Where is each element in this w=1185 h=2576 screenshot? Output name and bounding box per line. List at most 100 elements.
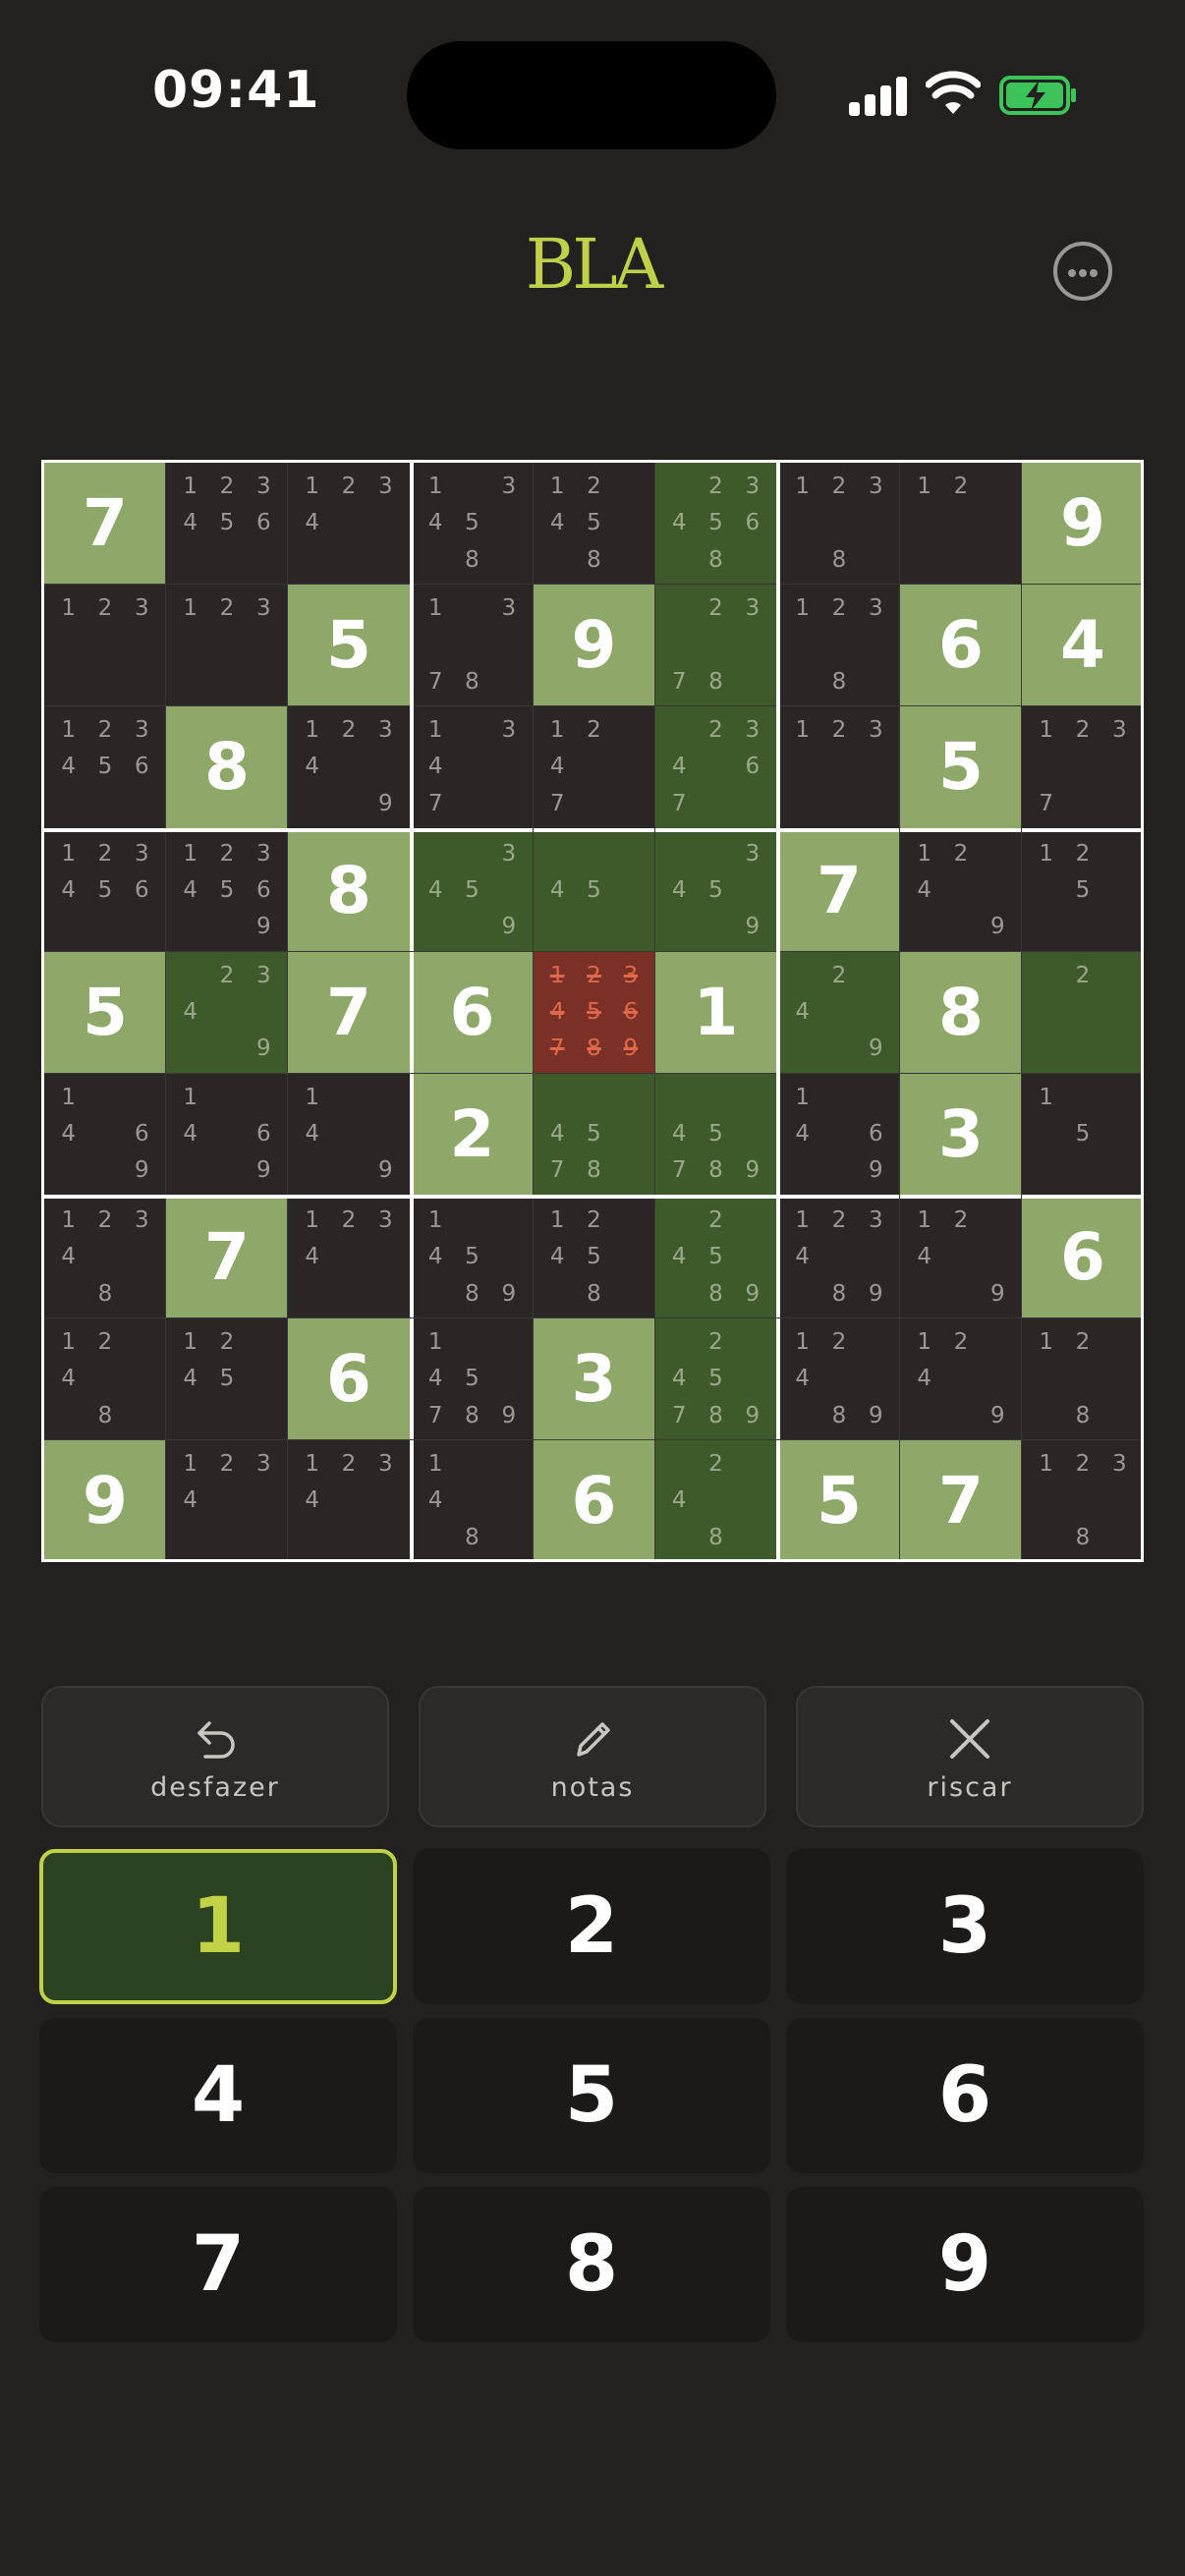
sudoku-cell[interactable]: 1 4 6 9 (166, 1073, 288, 1196)
sudoku-cell[interactable]: 12 (900, 463, 1022, 585)
notes-button[interactable]: notas (419, 1686, 766, 1827)
sudoku-cell[interactable]: 9 (1022, 463, 1144, 585)
sudoku-cell[interactable]: 124 9 (900, 1197, 1022, 1318)
sudoku-cell[interactable]: 124 7 (533, 706, 655, 828)
sudoku-cell[interactable]: 123 8 (1022, 1440, 1144, 1562)
sudoku-cell[interactable]: 7 (288, 951, 410, 1074)
key-9[interactable]: 9 (786, 2187, 1144, 2342)
sudoku-cell[interactable]: 123 48 (44, 1197, 166, 1318)
sudoku-cell[interactable]: 3 459 (654, 829, 777, 952)
sudoku-cell[interactable]: 24 9 (778, 951, 900, 1074)
sudoku-cell[interactable]: 1 45 89 (411, 1197, 534, 1318)
sudoku-cell[interactable]: 45 (533, 829, 655, 952)
sudoku-cell[interactable]: 1 4 6 9 (778, 1073, 900, 1196)
sudoku-cell[interactable]: 8 (900, 951, 1022, 1074)
note-digit (661, 627, 698, 663)
sudoku-cell[interactable]: 245789 (654, 1318, 777, 1440)
sudoku-cell[interactable]: 6 (288, 1318, 410, 1440)
sudoku-cell[interactable]: 1 3 45 8 (411, 463, 534, 585)
sudoku-cell[interactable]: 23 4568 (654, 463, 777, 585)
sudoku-cell[interactable]: 12489 (778, 1318, 900, 1440)
sudoku-cell[interactable]: 2 (411, 1073, 534, 1196)
sudoku-cell[interactable]: 123 489 (778, 1197, 900, 1318)
sudoku-cell[interactable]: 1 4 9 (288, 1073, 410, 1196)
sudoku-cell[interactable]: 8 (166, 706, 288, 828)
sudoku-cell[interactable]: 123 456 9 (166, 829, 288, 952)
sudoku-cell[interactable]: 1 4 6 9 (44, 1073, 166, 1196)
sudoku-cell[interactable]: 5 (288, 585, 410, 706)
sudoku-cell[interactable]: 5 (900, 706, 1022, 828)
sudoku-cell[interactable]: 6 (900, 585, 1022, 706)
sudoku-cell[interactable]: 6 (411, 951, 534, 1074)
key-4[interactable]: 4 (39, 2018, 397, 2173)
sudoku-cell[interactable]: 1 3 4 7 (411, 706, 534, 828)
sudoku-cell[interactable]: 23 78 (654, 585, 777, 706)
sudoku-cell[interactable]: 6 (533, 1440, 655, 1562)
sudoku-cell[interactable]: 12 8 (1022, 1318, 1144, 1440)
sudoku-cell[interactable]: 5 (44, 951, 166, 1074)
sudoku-cell[interactable]: 4578 (533, 1073, 655, 1196)
sudoku-cell[interactable]: 123 8 (778, 463, 900, 585)
sudoku-cell[interactable]: 123 4 9 (288, 706, 410, 828)
sudoku-cell[interactable]: 123 4 (166, 1440, 288, 1562)
sudoku-cell[interactable]: 123 7 (1022, 706, 1144, 828)
key-3[interactable]: 3 (786, 1849, 1144, 2004)
key-2[interactable]: 2 (413, 1849, 770, 2004)
sudoku-cell[interactable]: 1 45789 (411, 1318, 534, 1440)
note-digit: 3 (256, 962, 271, 988)
sudoku-cell[interactable]: 9 (44, 1440, 166, 1562)
key-8[interactable]: 8 (413, 2187, 770, 2342)
sudoku-cell[interactable]: 7 (778, 829, 900, 952)
key-5[interactable]: 5 (413, 2018, 770, 2173)
sudoku-cell[interactable]: 1 3 78 (411, 585, 534, 706)
sudoku-cell[interactable]: 123 456 (166, 463, 288, 585)
sudoku-cell[interactable]: 123 (166, 585, 288, 706)
sudoku-cell[interactable]: 123 4 (288, 463, 410, 585)
key-6[interactable]: 6 (786, 2018, 1144, 2173)
sudoku-cell[interactable]: 1245 (166, 1318, 288, 1440)
sudoku-cell[interactable]: 123 (778, 706, 900, 828)
key-7[interactable]: 7 (39, 2187, 397, 2342)
key-1[interactable]: 1 (39, 1849, 397, 2004)
sudoku-cell[interactable]: 245 89 (654, 1197, 777, 1318)
note-digit (86, 1116, 123, 1152)
sudoku-cell[interactable]: 23 4 6 7 (654, 706, 777, 828)
sudoku-cell[interactable]: 7 (900, 1440, 1022, 1562)
sudoku-cell[interactable]: 5 (778, 1440, 900, 1562)
note-digit (576, 836, 612, 872)
sudoku-cell[interactable]: 6 (1022, 1197, 1144, 1318)
sudoku-cell[interactable]: 1 (654, 951, 777, 1074)
sudoku-cell[interactable]: 7 (44, 463, 166, 585)
sudoku-cell[interactable]: 123 456 (44, 706, 166, 828)
note-digit: 1 (1039, 1451, 1053, 1477)
sudoku-cell[interactable]: 123 456 (44, 829, 166, 952)
sudoku-cell[interactable]: 9 (533, 585, 655, 706)
sudoku-cell[interactable]: 1248 (44, 1318, 166, 1440)
sudoku-cell[interactable]: 1245 8 (533, 463, 655, 585)
sudoku-cell[interactable]: 1245 8 (533, 1197, 655, 1318)
sudoku-cell[interactable]: 7 (166, 1197, 288, 1318)
sudoku-cell[interactable]: 123 8 (778, 585, 900, 706)
more-options-button[interactable] (1053, 242, 1112, 301)
sudoku-cell[interactable]: 8 (288, 829, 410, 952)
sudoku-cell[interactable]: 12 5 (1022, 829, 1144, 952)
erase-button[interactable]: riscar (796, 1686, 1144, 1827)
sudoku-cell[interactable]: 4 (1022, 585, 1144, 706)
sudoku-cell[interactable]: 3 (900, 1073, 1022, 1196)
sudoku-cell[interactable]: 3 459 (411, 829, 534, 952)
sudoku-cell[interactable]: 123 (44, 585, 166, 706)
sudoku-cell[interactable]: 23 4 9 (166, 951, 288, 1074)
sudoku-cell[interactable]: 124 9 (900, 829, 1022, 952)
sudoku-cell[interactable]: 124 9 (900, 1318, 1022, 1440)
sudoku-cell[interactable]: 123 4 (288, 1440, 410, 1562)
sudoku-cell[interactable]: 1 48 (411, 1440, 534, 1562)
sudoku-cell[interactable]: 248 (654, 1440, 777, 1562)
sudoku-cell[interactable]: 123 456 789 (533, 951, 655, 1074)
sudoku-cell[interactable]: 2 (1022, 951, 1144, 1074)
sudoku-cell[interactable]: 15 (1022, 1073, 1144, 1196)
sudoku-cell[interactable]: 45789 (654, 1073, 777, 1196)
undo-button[interactable]: desfazer (41, 1686, 389, 1827)
sudoku-cell[interactable]: 123 4 (288, 1197, 410, 1318)
sudoku-cell[interactable]: 3 (533, 1318, 655, 1440)
note-digit (367, 1483, 404, 1519)
